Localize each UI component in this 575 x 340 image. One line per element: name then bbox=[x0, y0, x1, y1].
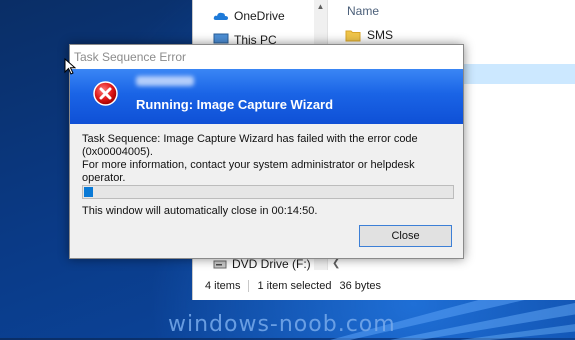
horizontal-scrollbar[interactable]: ❮ bbox=[327, 258, 575, 270]
dialog-banner: Running: Image Capture Wizard bbox=[70, 69, 463, 124]
folder-icon bbox=[345, 30, 361, 41]
nav-item-label: DVD Drive (F:) C bbox=[232, 257, 323, 271]
progress-fill bbox=[84, 187, 93, 197]
file-name: SMS bbox=[367, 28, 394, 42]
status-size: 36 bytes bbox=[339, 280, 382, 292]
scroll-left-arrow-icon[interactable]: ❮ bbox=[332, 258, 340, 269]
mouse-cursor-icon bbox=[64, 58, 76, 75]
column-header-name[interactable]: Name bbox=[347, 4, 379, 18]
dialog-heading: Running: Image Capture Wizard bbox=[136, 97, 334, 112]
error-message: Task Sequence: Image Capture Wizard has … bbox=[82, 133, 452, 185]
status-separator bbox=[248, 280, 250, 292]
nav-item-onedrive[interactable]: OneDrive bbox=[213, 7, 285, 25]
blurred-redacted-text bbox=[136, 76, 194, 86]
dialog-title: Task Sequence Error bbox=[74, 50, 187, 64]
close-button[interactable]: Close bbox=[359, 225, 452, 247]
status-item-count: 4 items bbox=[205, 280, 241, 292]
error-message-line: For more information, contact your syste… bbox=[82, 159, 415, 184]
watermark: windows-noob.com bbox=[168, 312, 396, 337]
onedrive-icon bbox=[213, 12, 228, 20]
task-sequence-error-dialog: Task Sequence Error Running: Image Captu… bbox=[69, 44, 464, 259]
dialog-titlebar[interactable]: Task Sequence Error bbox=[70, 45, 463, 69]
countdown-text: This window will automatically close in … bbox=[82, 205, 318, 217]
list-item[interactable]: SMS bbox=[327, 25, 575, 45]
error-message-line: Task Sequence: Image Capture Wizard has … bbox=[82, 133, 418, 158]
status-bar: 4 items 1 item selected 36 bytes bbox=[193, 276, 575, 296]
countdown-progress-bar bbox=[82, 185, 454, 199]
dvd-drive-icon bbox=[213, 260, 227, 269]
nav-item-label: OneDrive bbox=[234, 9, 285, 23]
scroll-up-arrow-icon[interactable]: ▲ bbox=[316, 2, 325, 11]
error-icon bbox=[93, 81, 118, 106]
status-selection: 1 item selected bbox=[257, 280, 332, 292]
